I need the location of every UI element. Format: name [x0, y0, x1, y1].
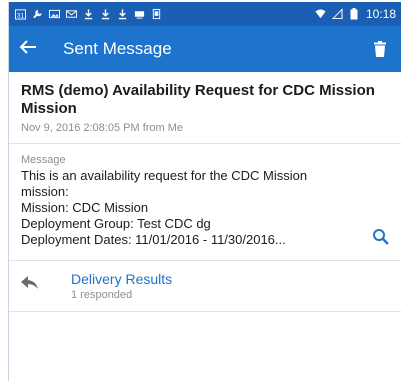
- svg-text:31: 31: [17, 13, 25, 20]
- delivery-results-row[interactable]: Delivery Results 1 responded: [9, 261, 401, 312]
- message-subject: RMS (demo) Availability Request for CDC …: [9, 72, 401, 144]
- wrench-icon: [32, 8, 43, 20]
- download-icon: [100, 8, 111, 20]
- message-line: Deployment Dates: 11/01/2016 - 11/30/201…: [21, 232, 286, 247]
- back-arrow-icon[interactable]: [19, 39, 45, 59]
- message-section: Message This is an availability request …: [9, 144, 401, 261]
- screen-icon: [134, 8, 145, 20]
- trash-icon[interactable]: [368, 37, 392, 61]
- battery-icon: [349, 8, 360, 20]
- message-label: Message: [21, 154, 66, 166]
- image-icon: [49, 8, 60, 20]
- subject-title: RMS (demo) Availability Request for CDC …: [21, 82, 375, 117]
- app-screen: 31 10:18 Sent Message RMS (demo) Availab…: [8, 2, 401, 381]
- page-title: Sent Message: [63, 39, 172, 58]
- message-line: This is an availability request for the …: [21, 168, 308, 183]
- signal-icon: [331, 8, 343, 20]
- subject-meta: Nov 9, 2016 2:08:05 PM from Me: [21, 122, 184, 134]
- wifi-icon: [315, 8, 326, 20]
- message-line: Deployment Group: Test CDC dg: [21, 216, 211, 231]
- delivery-title: Delivery Results: [71, 271, 173, 287]
- mail-icon: [66, 8, 77, 20]
- clock: 10:18: [365, 7, 396, 21]
- status-bar: 31 10:18: [9, 2, 401, 26]
- reply-arrow-icon: [21, 276, 43, 298]
- search-icon[interactable]: [372, 228, 390, 246]
- status-right: 10:18: [315, 7, 396, 21]
- delivery-subtitle: 1 responded: [71, 289, 133, 301]
- app-bar: Sent Message: [9, 26, 401, 72]
- download-icon: [117, 8, 128, 20]
- message-body: This is an availability request for the …: [21, 168, 361, 248]
- delivery-text: Delivery Results 1 responded: [71, 271, 172, 301]
- tablet-icon: [151, 8, 162, 20]
- message-line: mission:: [21, 184, 69, 199]
- message-line: Mission: CDC Mission: [21, 200, 149, 215]
- calendar-icon: 31: [15, 8, 26, 20]
- notification-icons: 31: [15, 8, 162, 20]
- download-icon: [83, 8, 94, 20]
